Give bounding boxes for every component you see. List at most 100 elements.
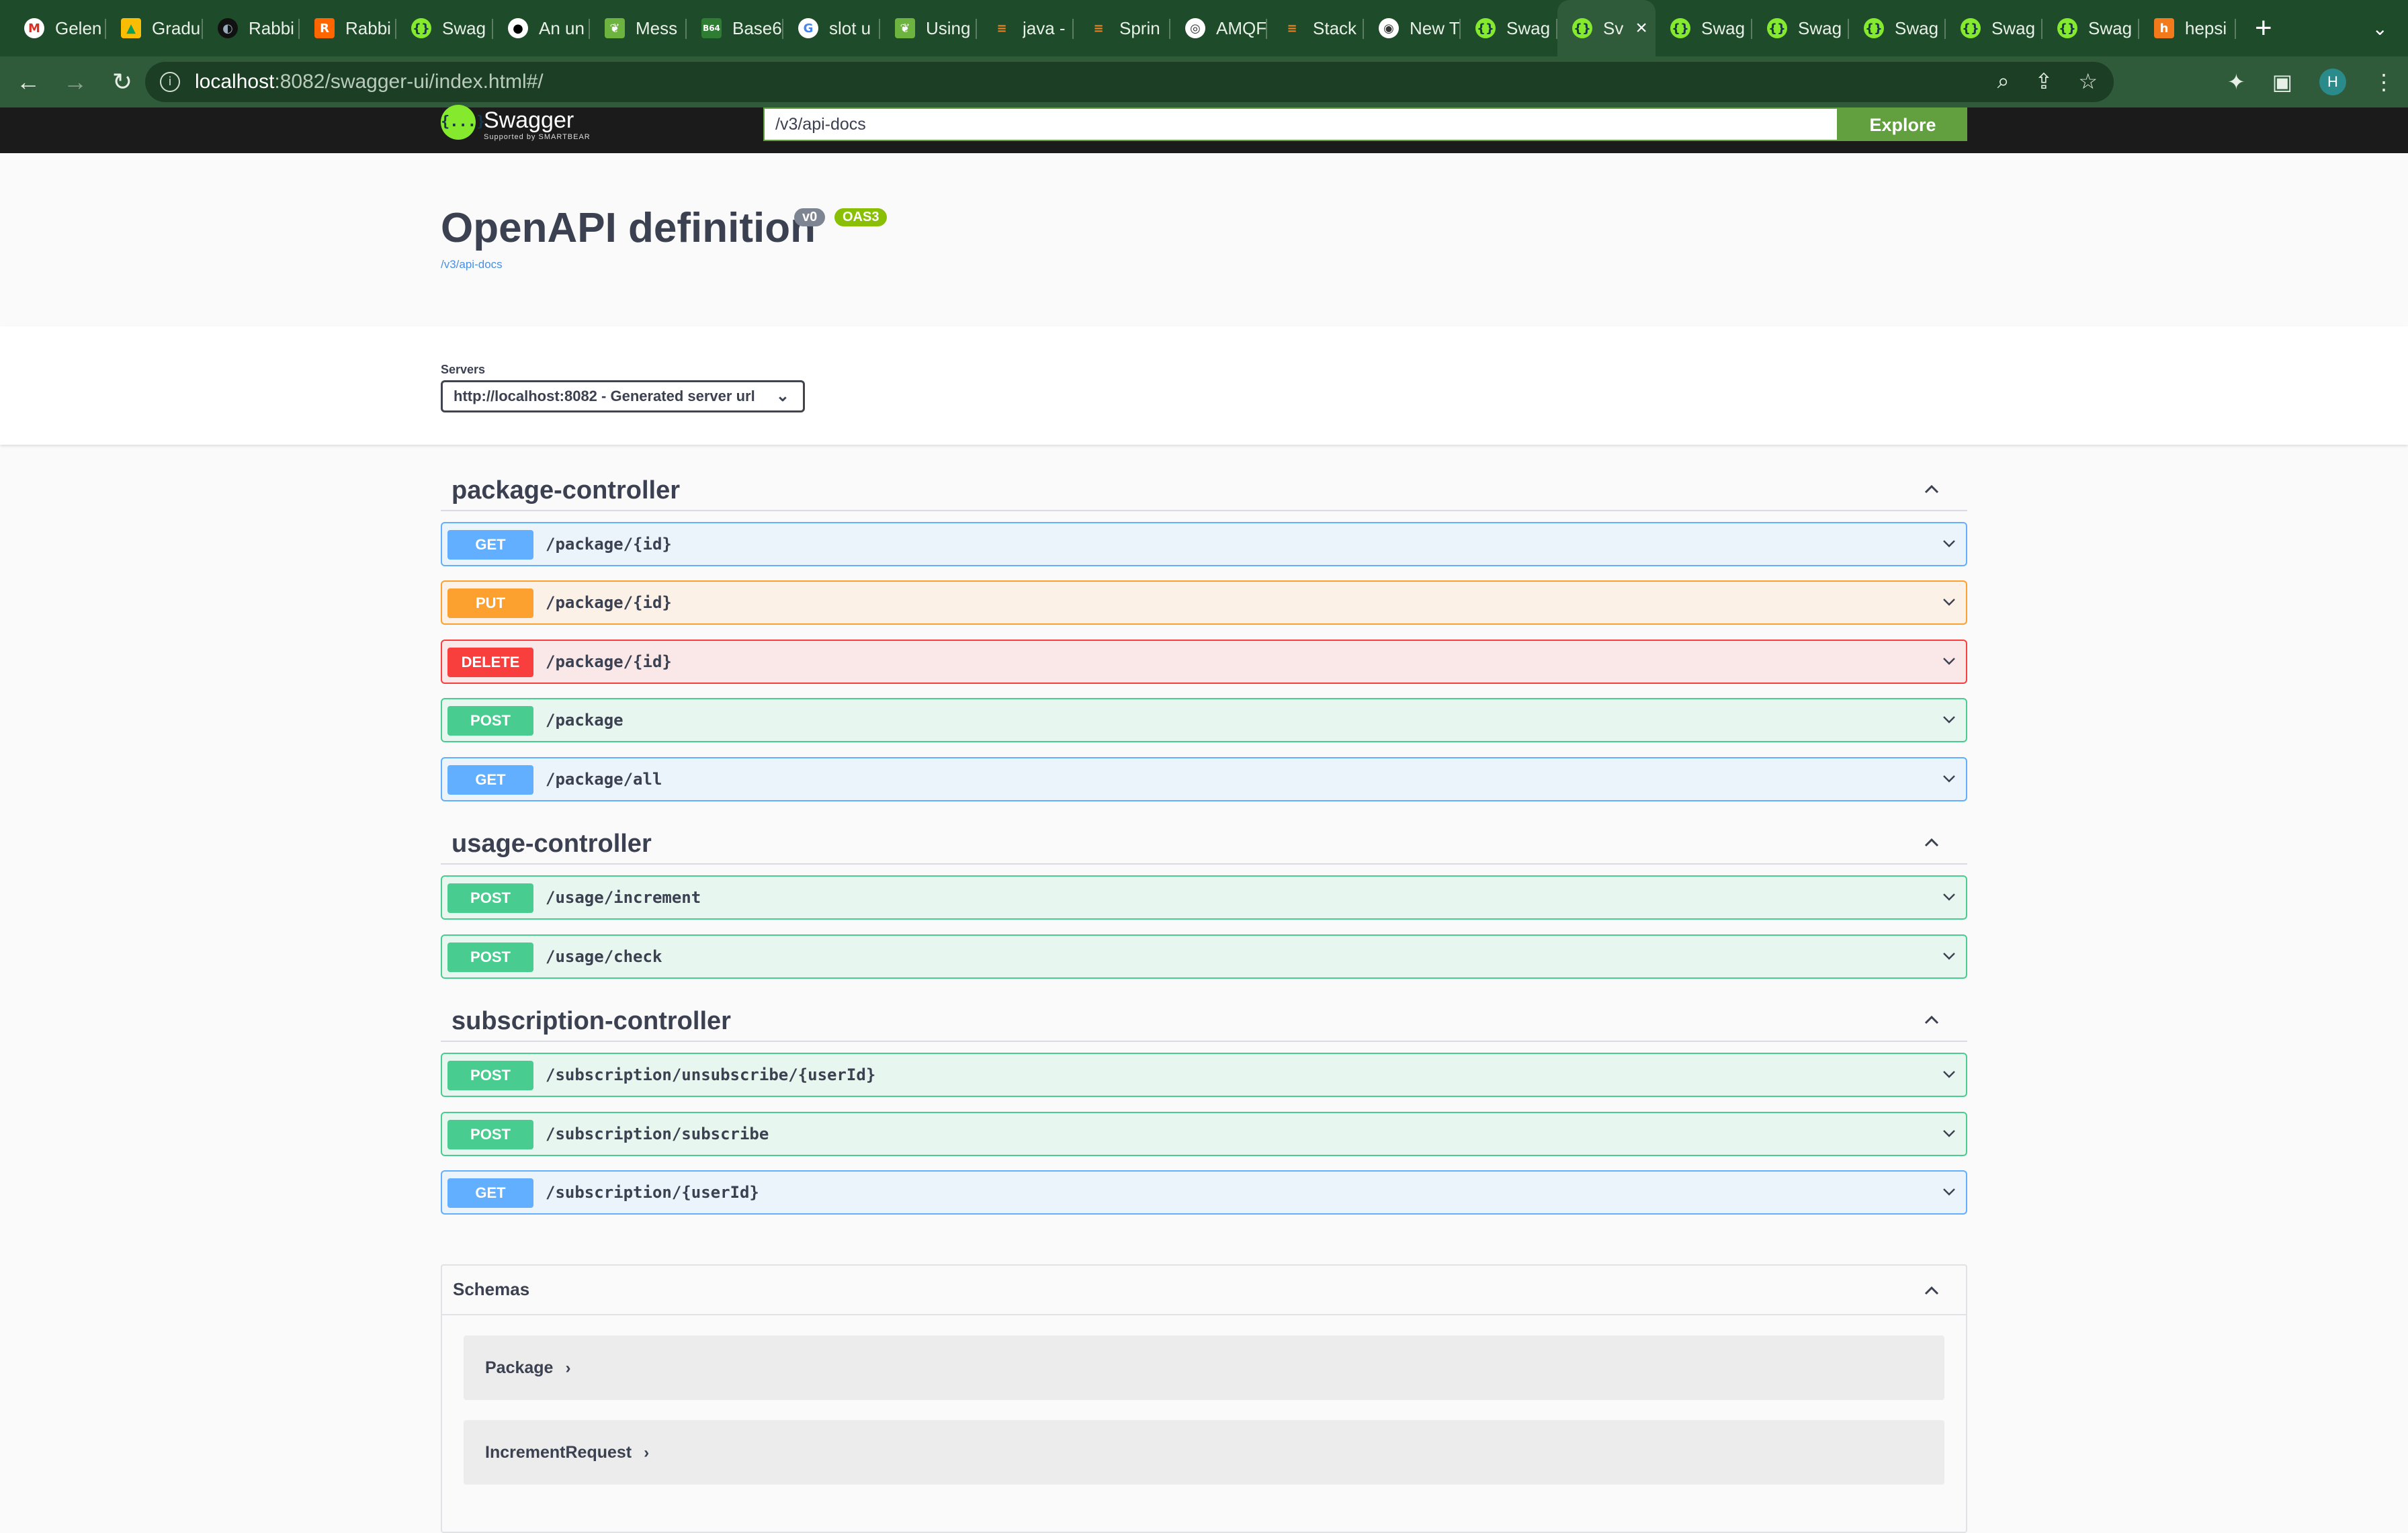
profile-avatar[interactable]: H [2319,69,2346,95]
forward-icon[interactable]: → [56,68,94,96]
operation-row[interactable]: POST/usage/increment [441,875,1967,920]
site-info-icon[interactable]: i [160,72,180,92]
browser-tab[interactable]: ◎ AMQF [1170,0,1267,56]
side-panel-icon[interactable]: ▣ [2272,69,2292,95]
controller-header[interactable]: usage-controller [441,823,1967,865]
chevron-right-icon[interactable]: › [565,1359,570,1377]
operation-row[interactable]: POST/subscription/unsubscribe/{userId} [441,1053,1967,1097]
chevron-down-icon[interactable] [1939,653,1959,669]
browser-tab[interactable]: ≡ java - [977,0,1074,56]
browser-tab[interactable]: B64 Base6 [687,0,783,56]
operation-row[interactable]: POST/subscription/subscribe [441,1112,1967,1156]
tab-title: Gradu [152,17,201,38]
api-info: OpenAPI definition v0 OAS3 /v3/api-docs [0,153,2408,326]
operation-row[interactable]: POST/package [441,698,1967,742]
browser-tab[interactable]: ◉ New T [1364,0,1461,56]
chevron-up-icon[interactable] [1922,479,1942,499]
chevron-down-icon[interactable] [1939,594,1959,610]
browser-tab[interactable]: Gslot u [783,0,880,56]
browser-menu-icon[interactable]: ⋮ [2373,69,2395,95]
chevron-down-icon[interactable] [1939,889,1959,905]
browser-tab[interactable]: ◐ Rabbi [203,0,300,56]
spring-leaf-icon: ❦ [605,18,625,38]
browser-tab[interactable]: ● An un [493,0,590,56]
http-method-badge: GET [447,1178,533,1208]
chevron-up-icon[interactable] [1922,832,1942,852]
browser-tab[interactable]: {} Swag [1461,0,1557,56]
extensions-icon[interactable]: ✦ [2227,69,2245,95]
controller-header[interactable]: package-controller [441,470,1967,511]
tab-title: java - [1023,17,1066,38]
bookmark-star-icon[interactable]: ☆ [2078,69,2098,94]
controller-header[interactable]: subscription-controller [441,1000,1967,1042]
chevron-up-icon[interactable] [1922,1280,1942,1301]
tab-title: Base6 [732,17,782,38]
globe-icon: ◎ [1185,18,1205,38]
schema-model-label: IncrementRequest [485,1443,632,1462]
browser-tab[interactable]: M Gelen [9,0,106,56]
tab-title: Rabbi [249,17,294,38]
close-tab-icon[interactable]: × [1635,17,1647,40]
browser-tab[interactable]: ≡ Stack [1267,0,1364,56]
http-method-badge: POST [447,706,533,736]
share-icon[interactable]: ⇪ [2035,69,2053,94]
controller-name: subscription-controller [452,1007,731,1035]
api-docs-link[interactable]: /v3/api-docs [441,258,503,271]
browser-tab[interactable]: {} Swag [2042,0,2139,56]
swagger-icon: {} [1572,18,1592,38]
http-method-badge: DELETE [447,648,533,677]
operation-row[interactable]: DELETE/package/{id} [441,640,1967,684]
chevron-down-icon[interactable] [1939,1066,1959,1082]
swagger-topbar: {...} Swagger Supported by SMARTBEAR Exp… [0,105,2408,153]
spec-url-input[interactable] [763,107,1838,141]
chevron-down-icon: ⌄ [775,387,789,405]
servers-select[interactable]: http://localhost:8082 - Generated server… [441,380,805,412]
url-text[interactable]: localhost:8082/swagger-ui/index.html#/ [195,71,544,93]
schema-model[interactable]: Package › [464,1335,1944,1400]
chevron-down-icon[interactable] [1939,1125,1959,1141]
browser-tab[interactable]: {} Swag [1752,0,1849,56]
operation-row[interactable]: GET/package/{id} [441,522,1967,566]
explore-button[interactable]: Explore [1838,107,1967,141]
browser-tab[interactable]: h hepsi [2139,0,2236,56]
operation-path: /package/{id} [546,535,672,554]
address-bar[interactable]: i localhost:8082/swagger-ui/index.html#/… [145,62,2114,102]
chevron-down-icon[interactable] [1939,948,1959,964]
http-method-badge: GET [447,765,533,795]
zoom-icon[interactable]: ⌕ [1997,69,2010,94]
chevron-down-icon[interactable] [1939,771,1959,787]
browser-tab[interactable]: {} Swag [396,0,493,56]
chevron-down-icon[interactable] [1939,1184,1959,1200]
schemas-header[interactable]: Schemas [442,1266,1966,1315]
operation-row[interactable]: POST/usage/check [441,934,1967,979]
browser-tab[interactable]: ❦ Using [880,0,977,56]
browser-tab[interactable]: {} Swag [1656,0,1752,56]
chevron-down-icon[interactable] [1939,535,1959,552]
tab-title: An un [539,17,585,38]
tab-search-icon[interactable]: ⌄ [2372,17,2388,40]
reload-icon[interactable]: ↻ [103,68,141,96]
swagger-logo[interactable]: {...} Swagger Supported by SMARTBEAR [441,105,591,141]
back-icon[interactable]: ← [9,68,47,96]
rabbitmq-icon: R [314,18,335,38]
browser-tab[interactable]: ▲ Gradu [106,0,203,56]
tab-title: Using [926,17,971,38]
chevron-down-icon[interactable] [1939,711,1959,728]
schema-model[interactable]: IncrementRequest › [464,1420,1944,1485]
chevron-right-icon[interactable]: › [644,1444,649,1462]
operation-row[interactable]: PUT/package/{id} [441,580,1967,625]
browser-tab[interactable]: R Rabbi [300,0,396,56]
tab-title: Swag [1991,17,2036,38]
browser-tab[interactable]: {} Sv × [1557,0,1656,56]
operation-row[interactable]: GET/package/all [441,757,1967,801]
operation-path: /subscription/{userId} [546,1183,759,1202]
browser-tab[interactable]: {} Swag [1849,0,1946,56]
chevron-up-icon[interactable] [1922,1010,1942,1030]
browser-tab[interactable]: ❦ Mess [590,0,687,56]
operation-row[interactable]: GET/subscription/{userId} [441,1170,1967,1215]
browser-tab[interactable]: ≡ Sprin [1074,0,1170,56]
new-tab-button[interactable]: + [2255,0,2272,56]
tab-title: Gelen [55,17,102,38]
operation-path: /usage/check [546,947,662,966]
browser-tab[interactable]: {} Swag [1946,0,2042,56]
